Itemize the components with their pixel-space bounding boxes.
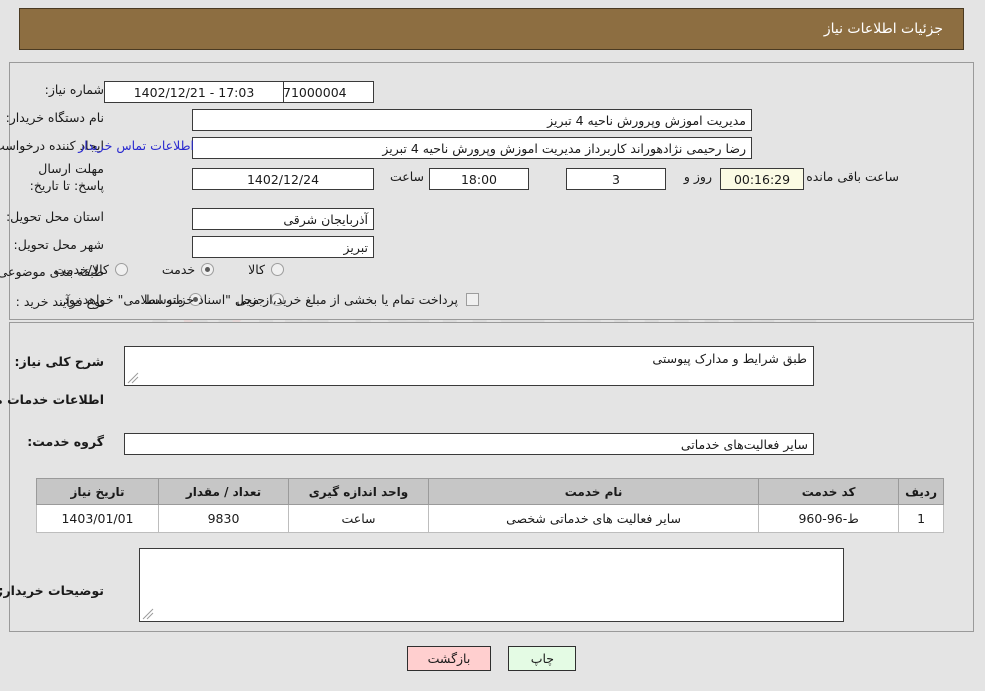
category-options: کالا خدمت کالا/خدمت: [55, 262, 285, 277]
table-header-row: ردیف کد خدمت نام خدمت واحد اندازه گیری ت…: [37, 478, 945, 505]
deadline-time-label-row: ساعت: [391, 169, 425, 184]
need-number-label-row: شماره نیاز:: [46, 82, 105, 97]
category-option-kala-label: کالا: [249, 262, 266, 277]
remaining-timer-suffix-row: ساعت باقی مانده: [807, 169, 900, 184]
cell-date: 1403/01/01: [37, 504, 160, 533]
col-name: نام خدمت: [428, 478, 761, 505]
cell-code: ط-96-960: [759, 504, 901, 533]
general-desc-value: طبق شرایط و مدارک پیوستی: [653, 351, 808, 366]
buyer-org-label-row: نام دستگاه خریدار:: [7, 110, 105, 125]
cell-unit: ساعت: [289, 504, 430, 533]
col-date: تاریخ نیاز: [37, 478, 160, 505]
remaining-timer-suffix: ساعت باقی مانده: [807, 169, 900, 184]
city-label-row: شهر محل تحویل:: [15, 237, 105, 252]
province-label: استان محل تحویل:: [6, 209, 105, 224]
services-table: ردیف کد خدمت نام خدمت واحد اندازه گیری ت…: [37, 478, 945, 533]
category-option-kala[interactable]: کالا: [249, 262, 285, 277]
deadline-time-field: 18:00: [430, 168, 530, 190]
category-option-kala-khedmat[interactable]: کالا/خدمت: [55, 262, 129, 277]
remaining-days-field: 3: [567, 168, 667, 190]
radio-kala[interactable]: [272, 263, 285, 276]
service-group-field[interactable]: سایر فعالیت‌های خدماتی: [125, 433, 815, 455]
treasury-option[interactable]: پرداخت تمام یا بخشی از مبلغ خرید،از محل …: [60, 292, 480, 307]
deadline-label-row: مهلت ارسال پاسخ: تا تاریخ:: [19, 160, 105, 194]
buyer-org-label: نام دستگاه خریدار:: [6, 110, 105, 125]
deadline-date-field: 1402/12/24: [193, 168, 375, 190]
button-bar: بازگشت چاپ: [0, 646, 985, 671]
deadline-time-label: ساعت: [390, 169, 425, 184]
requester-field[interactable]: رضا رحیمی نژادهوراند کاربرداز مدیریت امو…: [193, 137, 753, 159]
contact-link-row: اطلاعات تماس خریدار: [79, 138, 195, 153]
province-label-row: استان محل تحویل:: [7, 209, 105, 224]
service-group-label: گروه خدمت:: [28, 434, 105, 449]
radio-kala-khedmat[interactable]: [115, 263, 129, 276]
remaining-days-suffix: روز و: [684, 169, 713, 184]
cell-quantity: 9830: [159, 504, 290, 533]
remaining-timer-field: 00:16:29: [721, 168, 805, 190]
resize-grip-icon[interactable]: [128, 372, 140, 384]
category-option-khedmat-label: خدمت: [162, 262, 197, 277]
deadline-label: مهلت ارسال پاسخ: تا تاریخ:: [30, 161, 105, 193]
page-title: جزئیات اطلاعات نیاز: [824, 21, 944, 37]
general-desc-textarea[interactable]: طبق شرایط و مدارک پیوستی: [125, 346, 815, 386]
announce-datetime-field: 17:03 - 1402/12/21: [105, 81, 285, 103]
buyer-org-field[interactable]: مدیریت اموزش وپرورش ناحیه 4 تبریز: [193, 109, 753, 131]
category-option-khedmat[interactable]: خدمت: [162, 262, 216, 277]
treasury-checkbox[interactable]: [467, 293, 480, 306]
table-row[interactable]: 1 ط-96-960 سایر فعالیت های خدماتی شخصی س…: [37, 504, 945, 533]
col-code: کد خدمت: [759, 478, 901, 505]
category-option-kala-khedmat-label: کالا/خدمت: [55, 262, 110, 277]
radio-khedmat[interactable]: [202, 263, 216, 276]
general-desc-label-row: شرح کلی نیاز:: [16, 354, 105, 369]
back-button[interactable]: بازگشت: [407, 646, 493, 671]
service-group-label-row: گروه خدمت:: [28, 434, 105, 449]
col-quantity: تعداد / مقدار: [159, 478, 290, 505]
cell-name: سایر فعالیت های خدماتی شخصی: [428, 504, 761, 533]
remaining-days-suffix-row: روز و: [685, 169, 713, 184]
col-unit: واحد اندازه گیری: [289, 478, 430, 505]
general-desc-label: شرح کلی نیاز:: [15, 354, 105, 369]
cell-index: 1: [899, 504, 945, 533]
city-label: شهر محل تحویل:: [14, 237, 105, 252]
buyer-notes-textarea[interactable]: [140, 548, 845, 622]
page-root: AriaTender.net جزئیات اطلاعات نیاز شماره…: [0, 0, 985, 691]
buyer-notes-label: توضیحات خریدار;: [0, 583, 105, 598]
service-section-title-row: اطلاعات خدمات مورد نیاز: [0, 392, 105, 407]
service-section-title: اطلاعات خدمات مورد نیاز: [0, 392, 105, 407]
treasury-checkbox-label: پرداخت تمام یا بخشی از مبلغ خرید،از محل …: [60, 292, 459, 307]
buyer-contact-link[interactable]: اطلاعات تماس خریدار: [79, 138, 195, 153]
page-title-bar: جزئیات اطلاعات نیاز: [20, 8, 965, 50]
buyer-notes-label-row: توضیحات خریدار;: [0, 583, 105, 598]
city-field[interactable]: تبریز: [193, 236, 375, 258]
col-index: ردیف: [899, 478, 945, 505]
province-field[interactable]: آذربایجان شرقی: [193, 208, 375, 230]
print-button[interactable]: چاپ: [509, 646, 578, 671]
resize-grip-icon-notes[interactable]: [143, 608, 155, 620]
need-number-label: شماره نیاز:: [45, 82, 105, 97]
